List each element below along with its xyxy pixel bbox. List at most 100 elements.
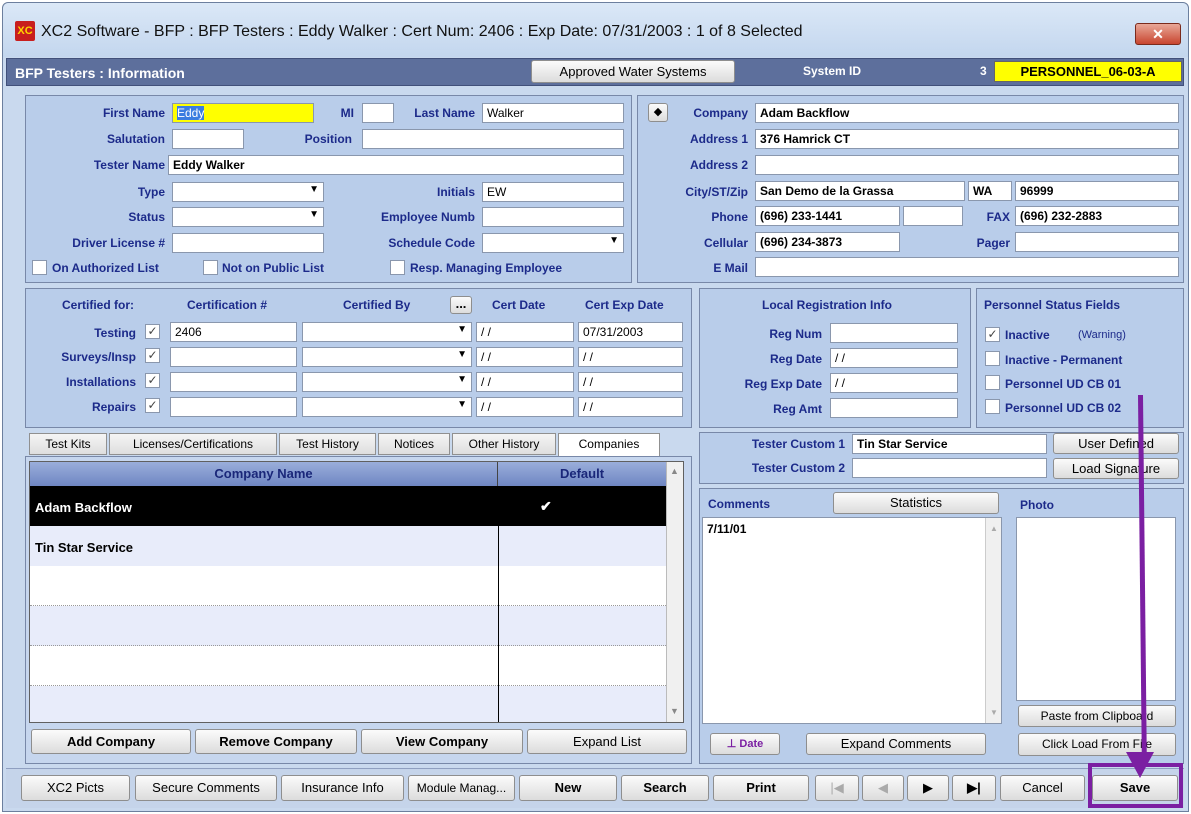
address1-field[interactable]: 376 Hamrick CT (755, 129, 1179, 149)
new-button[interactable]: New (519, 775, 617, 801)
phone-field[interactable]: (696) 233-1441 (755, 206, 900, 226)
certified-by-select[interactable]: ▼ (302, 322, 472, 342)
address2-field[interactable] (755, 155, 1179, 175)
statistics-button[interactable]: Statistics (833, 492, 999, 514)
company-lookup-icon[interactable]: ◆ (648, 103, 668, 122)
tester-custom-2-field[interactable] (852, 458, 1047, 478)
personnel-ud-cb-01-checkbox[interactable] (985, 375, 1000, 390)
reg-exp-date-field[interactable]: / / (830, 373, 958, 393)
not-on-public-list-checkbox[interactable] (203, 260, 218, 275)
close-button[interactable]: ✕ (1135, 23, 1181, 45)
paste-from-clipboard-button[interactable]: Paste from Clipboard (1018, 705, 1176, 727)
expand-comments-button[interactable]: Expand Comments (806, 733, 986, 755)
scroll-down-icon[interactable]: ▼ (990, 708, 998, 717)
initials-field[interactable]: EW (482, 182, 624, 202)
cert-exp-field[interactable]: 07/31/2003 (578, 322, 683, 342)
type-select[interactable]: ▼ (172, 182, 324, 202)
cert-date-field[interactable]: / / (476, 397, 574, 417)
first-record-icon[interactable]: |◀ (815, 775, 859, 801)
email-field[interactable] (755, 257, 1179, 277)
user-defined-button[interactable]: User Defined (1053, 433, 1179, 454)
on-authorized-list-checkbox[interactable] (32, 260, 47, 275)
mi-field[interactable] (362, 103, 394, 123)
module-manager-button[interactable]: Module Manag... (408, 775, 515, 801)
position-field[interactable] (362, 129, 624, 149)
cert-date-field[interactable]: / / (476, 322, 574, 342)
cert-exp-field[interactable]: / / (578, 397, 683, 417)
tab-test-kits[interactable]: Test Kits (29, 433, 107, 455)
cert-row-checkbox[interactable]: ✓ (145, 373, 160, 388)
tab-companies[interactable]: Companies (558, 433, 660, 457)
last-record-icon[interactable]: ▶| (952, 775, 996, 801)
pager-field[interactable] (1015, 232, 1179, 252)
tab-other-history[interactable]: Other History (452, 433, 556, 455)
cert-row-checkbox[interactable]: ✓ (145, 348, 160, 363)
cert-date-field[interactable]: / / (476, 347, 574, 367)
driver-license-field[interactable] (172, 233, 324, 253)
view-company-button[interactable]: View Company (361, 729, 523, 754)
state-field[interactable]: WA (968, 181, 1012, 201)
certified-by-select[interactable]: ▼ (302, 347, 472, 367)
fax-field[interactable]: (696) 232-2883 (1015, 206, 1179, 226)
tester-custom-1-field[interactable]: Tin Star Service (852, 434, 1047, 454)
secure-comments-button[interactable]: Secure Comments (135, 775, 277, 801)
insert-date-button[interactable]: ⊥ Date (710, 733, 780, 755)
resp-managing-checkbox[interactable] (390, 260, 405, 275)
employee-numb-field[interactable] (482, 207, 624, 227)
cert-num-field[interactable] (170, 372, 297, 392)
certified-by-select[interactable]: ▼ (302, 397, 472, 417)
reg-num-field[interactable] (830, 323, 958, 343)
cert-row-checkbox[interactable]: ✓ (145, 324, 160, 339)
reg-date-field[interactable]: / / (830, 348, 958, 368)
cert-exp-field[interactable]: / / (578, 372, 683, 392)
insurance-info-button[interactable]: Insurance Info (281, 775, 404, 801)
zip-field[interactable]: 96999 (1015, 181, 1179, 201)
city-field[interactable]: San Demo de la Grassa (755, 181, 965, 201)
inactive-checkbox[interactable]: ✓ (985, 327, 1000, 342)
table-row[interactable]: Adam Backflow ✔ (30, 486, 666, 526)
phone-ext-field[interactable] (903, 206, 963, 226)
tab-notices[interactable]: Notices (378, 433, 450, 455)
cancel-button[interactable]: Cancel (1000, 775, 1085, 801)
table-row[interactable] (30, 686, 666, 722)
table-row[interactable]: Tin Star Service (30, 526, 666, 566)
company-field[interactable]: Adam Backflow (755, 103, 1179, 123)
cert-num-field[interactable]: 2406 (170, 322, 297, 342)
tab-test-history[interactable]: Test History (279, 433, 376, 455)
previous-record-icon[interactable]: ◀ (862, 775, 904, 801)
table-row[interactable] (30, 566, 666, 606)
inactive-permanent-checkbox[interactable] (985, 351, 1000, 366)
tab-licenses-certifications[interactable]: Licenses/Certifications (109, 433, 277, 455)
table-row[interactable] (30, 606, 666, 646)
scroll-down-icon[interactable]: ▼ (670, 706, 679, 716)
search-button[interactable]: Search (621, 775, 709, 801)
approved-water-systems-button[interactable]: Approved Water Systems (531, 60, 735, 83)
certified-by-select[interactable]: ▼ (302, 372, 472, 392)
add-company-button[interactable]: Add Company (31, 729, 191, 754)
comments-textarea[interactable]: 7/11/01 ▲ ▼ (702, 517, 1002, 724)
table-row[interactable] (30, 646, 666, 686)
reg-amt-field[interactable] (830, 398, 958, 418)
last-name-field[interactable]: Walker (482, 103, 624, 123)
scroll-up-icon[interactable]: ▲ (990, 524, 998, 533)
cert-num-field[interactable] (170, 397, 297, 417)
first-name-field[interactable]: Eddy (172, 103, 314, 123)
schedule-code-select[interactable]: ▼ (482, 233, 624, 253)
comments-scrollbar[interactable]: ▲ ▼ (985, 518, 1001, 723)
cert-row-checkbox[interactable]: ✓ (145, 398, 160, 413)
grid-scrollbar[interactable]: ▲ ▼ (666, 462, 683, 722)
cert-exp-field[interactable]: / / (578, 347, 683, 367)
salutation-field[interactable] (172, 129, 244, 149)
remove-company-button[interactable]: Remove Company (195, 729, 357, 754)
cert-date-field[interactable]: / / (476, 372, 574, 392)
expand-list-button[interactable]: Expand List (527, 729, 687, 754)
status-select[interactable]: ▼ (172, 207, 324, 227)
xc2-picts-button[interactable]: XC2 Picts (21, 775, 130, 801)
default-column-header[interactable]: Default (498, 462, 666, 486)
photo-box[interactable] (1016, 517, 1176, 701)
scroll-up-icon[interactable]: ▲ (670, 466, 679, 476)
cert-num-field[interactable] (170, 347, 297, 367)
company-name-column-header[interactable]: Company Name (30, 462, 498, 486)
tester-name-field[interactable]: Eddy Walker (168, 155, 624, 175)
load-signature-button[interactable]: Load Signature (1053, 458, 1179, 479)
